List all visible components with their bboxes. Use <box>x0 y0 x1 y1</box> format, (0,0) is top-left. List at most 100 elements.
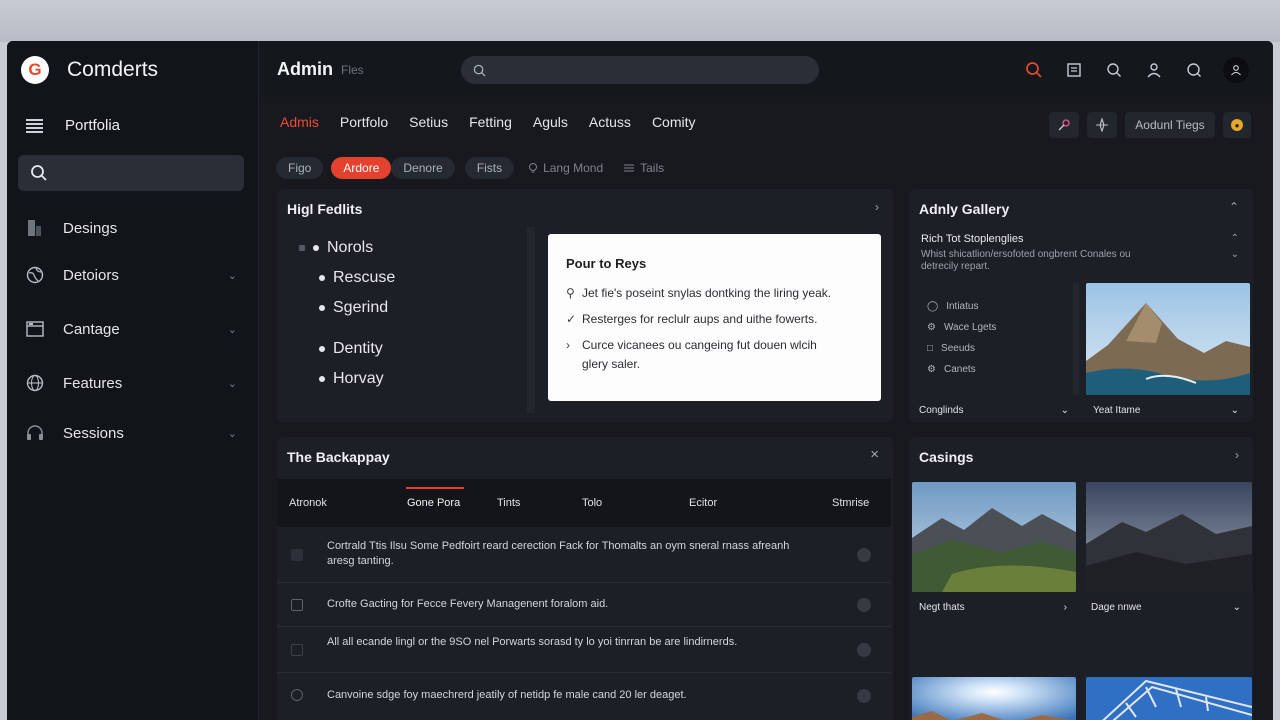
list-item-label: Rescuse <box>333 269 396 286</box>
chevron-down-icon[interactable]: ⌄ <box>228 427 237 440</box>
tab-aguls[interactable]: Aguls <box>533 114 568 130</box>
status-indicator[interactable] <box>857 548 871 562</box>
column-header[interactable]: Atronok <box>289 497 327 509</box>
column-header[interactable]: Gone Pora <box>407 497 460 509</box>
chevron-down-icon: ⌄ <box>1232 602 1241 613</box>
bullet-icon <box>319 305 325 311</box>
chevron-down-icon[interactable]: ⌄ <box>1231 249 1239 260</box>
desert-image[interactable] <box>912 677 1076 720</box>
globe-icon <box>25 373 45 393</box>
sidebar-item-detoiors[interactable]: Detoiors ⌄ <box>25 265 237 285</box>
gallery-footer-left[interactable]: Conglinds ⌄ <box>919 405 1069 416</box>
search-icon[interactable] <box>1023 59 1045 81</box>
chevron-up-icon[interactable]: ⌃ <box>1229 200 1239 214</box>
bullet-icon <box>313 245 319 251</box>
row-text: Cortrald Ttis Ilsu Some Pedfoirt reard c… <box>327 540 790 567</box>
list-item[interactable]: ⚙ Canets <box>927 364 976 375</box>
notification-badge[interactable]: ● <box>1223 112 1251 138</box>
card-line: › Curce vicanees ou cangeing fut douen wl… <box>566 336 817 354</box>
sidebar-search-input[interactable] <box>18 155 244 191</box>
table-row[interactable]: Cortrald Ttis Ilsu Some Pedfoirt reard c… <box>277 527 891 583</box>
bridge-image[interactable] <box>1086 677 1252 720</box>
chip-denore[interactable]: Denore <box>391 157 455 179</box>
collapse-icon[interactable]: ⌃ <box>1231 233 1239 244</box>
chevron-down-icon[interactable]: ⌄ <box>228 269 237 282</box>
avatar[interactable] <box>1223 57 1249 83</box>
bullet-icon <box>319 275 325 281</box>
compass-icon[interactable] <box>1087 112 1117 138</box>
chevron-down-icon[interactable]: ⌄ <box>228 323 237 336</box>
help-icon[interactable] <box>1183 59 1205 81</box>
headset-icon <box>25 423 45 443</box>
row-checkbox[interactable] <box>291 549 303 561</box>
chevron-down-icon[interactable]: ⌄ <box>228 377 237 390</box>
gallery-footer-right[interactable]: Yeat Itame ⌄ <box>1093 405 1239 416</box>
sidebar: G Comderts Portfolia Desings Detoiors ⌄ … <box>7 41 259 720</box>
list-item[interactable]: Rescuse <box>319 269 395 287</box>
chevron-right-icon[interactable]: › <box>875 200 879 214</box>
column-header[interactable]: Tints <box>497 497 520 509</box>
list-item-label: Sgerind <box>333 299 389 316</box>
tab-comity[interactable]: Comity <box>652 114 696 130</box>
chip-ardore[interactable]: Ardore <box>331 157 392 179</box>
table-row[interactable]: Canvoine sdge foy maechrerd jeatily of n… <box>277 673 891 717</box>
tab-actuss[interactable]: Actuss <box>589 114 631 130</box>
mountain-image[interactable] <box>912 482 1076 592</box>
list-item[interactable]: ⚙ Wace Lgets <box>927 322 996 333</box>
panel-title: Adnly Gallery <box>919 201 1010 217</box>
chip-figo[interactable]: Figo <box>276 157 324 179</box>
global-search-input[interactable] <box>461 56 819 84</box>
key-icon[interactable] <box>1049 112 1079 138</box>
image-caption[interactable]: Negt thats › <box>919 602 1067 613</box>
row-text: All all ecande lingl or the 9SO nel Porw… <box>327 636 738 648</box>
mountain-image[interactable] <box>1086 482 1252 592</box>
sidebar-item-features[interactable]: Features ⌄ <box>25 373 237 393</box>
chip-tails[interactable]: Tails <box>617 157 670 179</box>
column-header[interactable]: Tolo <box>582 497 602 509</box>
list-icon <box>624 164 635 172</box>
sidebar-item-label: Features <box>63 374 123 392</box>
image-caption[interactable]: Dage nnwe ⌄ <box>1091 602 1241 613</box>
row-checkbox[interactable] <box>291 689 303 701</box>
column-header[interactable]: Ecitor <box>689 497 717 509</box>
filter-chips: Figo Ardore Denore Fists Lang Mond Tails <box>276 157 670 179</box>
list-item[interactable]: ◯ Intiatus <box>927 301 978 312</box>
table-row[interactable]: All all ecande lingl or the 9SO nel Porw… <box>277 627 891 673</box>
document-icon[interactable] <box>1063 59 1085 81</box>
chip-label: Lang Mond <box>543 161 604 175</box>
tab-fetting[interactable]: Fetting <box>469 114 512 130</box>
gallery-subtitle: Rich Tot Stoplenglies <box>921 233 1024 245</box>
tags-button[interactable]: Aodunl Tiegs <box>1125 112 1215 138</box>
list-item[interactable]: Sgerind <box>319 299 388 317</box>
status-indicator[interactable] <box>857 598 871 612</box>
status-indicator[interactable] <box>857 689 871 703</box>
close-icon[interactable]: × <box>870 446 879 463</box>
sidebar-item-cantage[interactable]: Cantage ⌄ <box>25 319 237 339</box>
list-item[interactable]: Dentity <box>319 340 383 358</box>
row-checkbox[interactable] <box>291 644 303 656</box>
chip-fists[interactable]: Fists <box>464 157 515 179</box>
check-icon: ✓ <box>566 312 577 326</box>
zoom-icon[interactable] <box>1103 59 1125 81</box>
table-row[interactable]: Crofte Gacting for Fecce Fevery Managene… <box>277 583 891 627</box>
chevron-right-icon: › <box>1063 602 1067 613</box>
bookmark-icon <box>25 218 45 238</box>
row-checkbox[interactable] <box>291 599 303 611</box>
coin-icon: ● <box>1231 119 1243 131</box>
chip-lang-mond[interactable]: Lang Mond <box>522 157 609 179</box>
landscape-image[interactable] <box>1086 283 1250 395</box>
list-item[interactable]: Horvay <box>319 370 384 388</box>
status-indicator[interactable] <box>857 643 871 657</box>
tab-setius[interactable]: Setius <box>409 114 448 130</box>
tab-portfolo[interactable]: Portfolo <box>340 114 388 130</box>
chevron-right-icon[interactable]: › <box>1235 448 1239 462</box>
list-item[interactable]: Norols <box>299 239 373 257</box>
user-icon[interactable] <box>1143 59 1165 81</box>
column-header[interactable]: Stmrise <box>832 497 869 509</box>
list-item[interactable]: □ Seeuds <box>927 343 975 354</box>
tab-admis[interactable]: Admis <box>280 114 319 130</box>
brand[interactable]: G Comderts <box>21 56 158 84</box>
sidebar-portfolio[interactable]: Portfolia <box>25 117 120 134</box>
sidebar-item-sessions[interactable]: Sessions ⌄ <box>25 423 237 443</box>
sidebar-item-desings[interactable]: Desings <box>25 218 237 238</box>
